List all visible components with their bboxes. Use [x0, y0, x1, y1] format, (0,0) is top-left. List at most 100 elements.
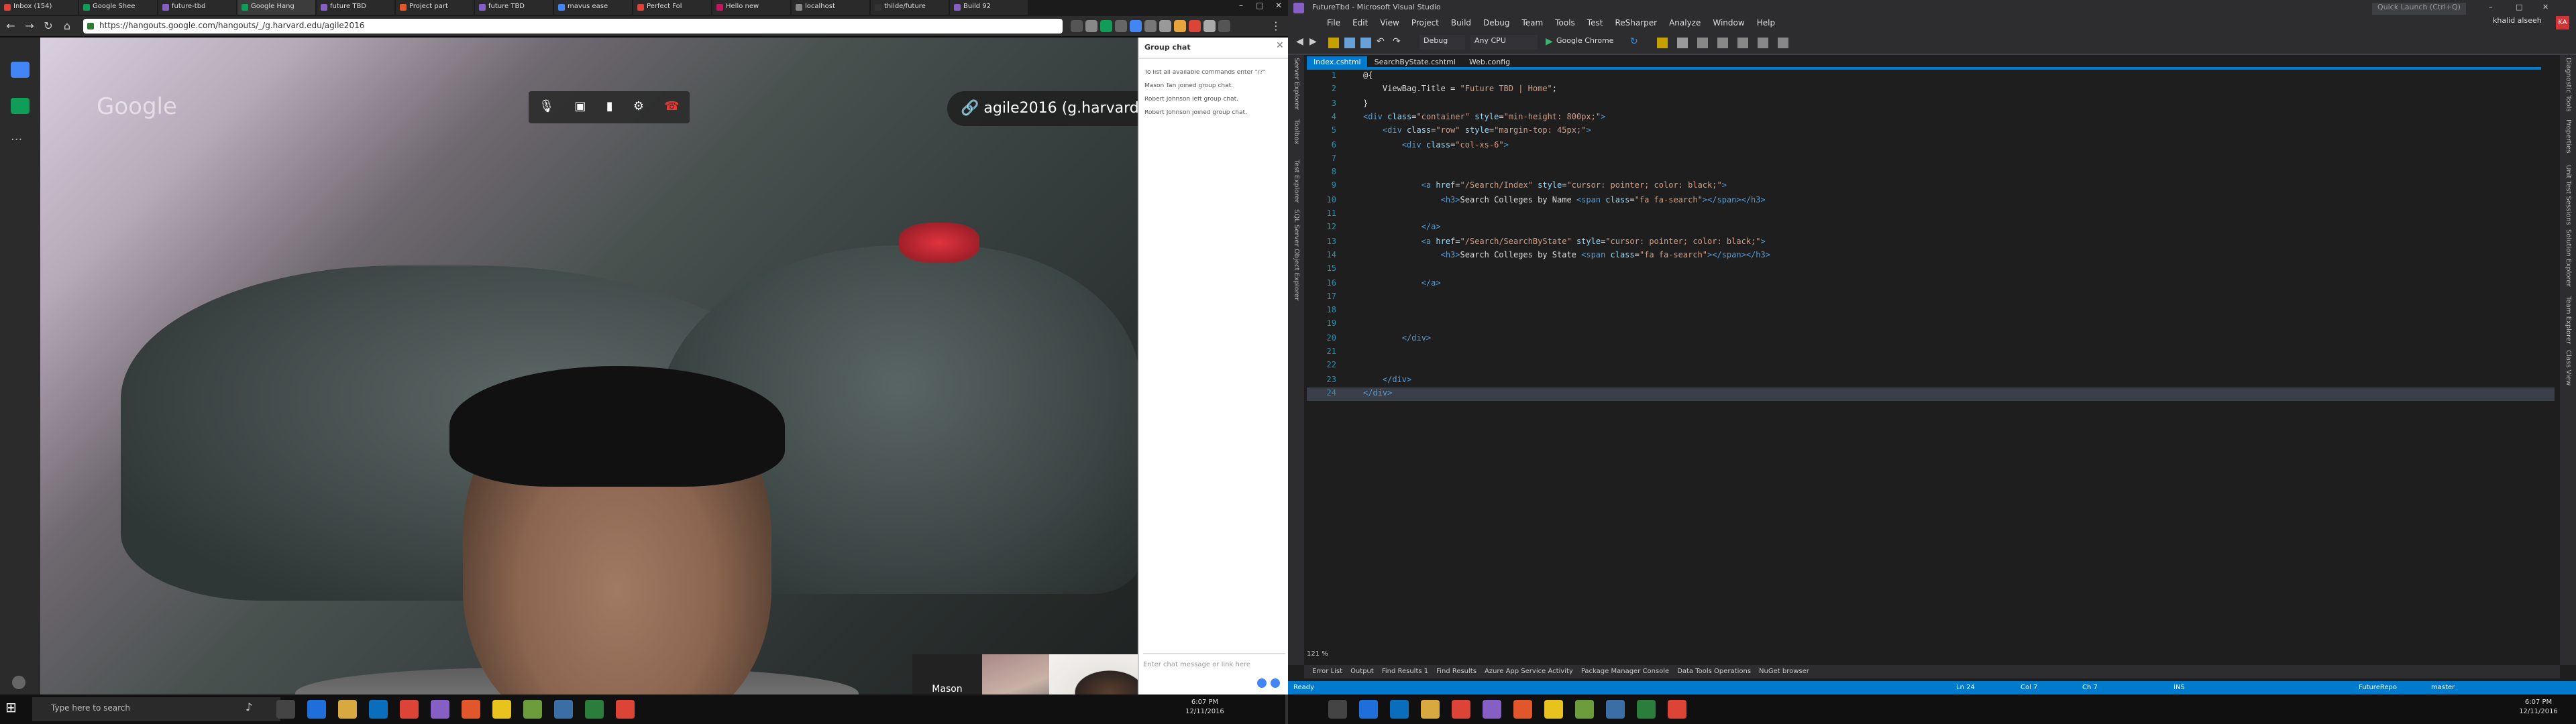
help-icon[interactable]	[12, 676, 25, 689]
vs-taskbar-icon[interactable]	[1483, 700, 1501, 719]
menu-item[interactable]: Test	[1587, 16, 1603, 31]
class-view-tab[interactable]: Class View	[2564, 350, 2572, 385]
close-chat-icon[interactable]: ✕	[1276, 40, 1284, 51]
code-line[interactable]: 20 </div>	[1307, 332, 2555, 346]
menu-item[interactable]: Project	[1411, 16, 1439, 31]
app-icon[interactable]	[1606, 700, 1625, 719]
menu-item[interactable]: Edit	[1352, 16, 1368, 31]
explorer-icon[interactable]	[338, 700, 357, 719]
code-editor[interactable]: 1 @{2 ViewBag.Title = "Future TBD | Home"…	[1307, 70, 2557, 649]
tool-tab[interactable]: Azure App Service Activity	[1485, 665, 1573, 678]
tool-icon[interactable]	[1697, 38, 1708, 48]
minimize-icon[interactable]: –	[2489, 0, 2493, 16]
open-icon[interactable]	[1328, 38, 1339, 48]
properties-tab[interactable]: Properties	[2564, 119, 2572, 154]
tab-web-config[interactable]: Web.config	[1462, 56, 1517, 67]
browser-tab[interactable]: Project part	[396, 0, 474, 15]
tool-icon[interactable]	[1677, 38, 1688, 48]
tool-tab[interactable]: Find Results 1	[1382, 665, 1428, 678]
vs-taskbar-icon[interactable]	[431, 700, 449, 719]
code-line[interactable]: 4 <div class="container" style="min-heigh…	[1307, 111, 2555, 125]
redo-icon[interactable]: ↷	[1393, 36, 1401, 47]
hang-up-icon[interactable]: ☎	[664, 101, 679, 114]
task-view-icon[interactable]	[276, 700, 295, 719]
tool-icon[interactable]	[1717, 38, 1728, 48]
tool-icon[interactable]	[1758, 38, 1768, 48]
save-all-icon[interactable]	[1360, 38, 1371, 48]
back-icon[interactable]: ←	[4, 20, 17, 34]
edge-icon[interactable]	[307, 700, 326, 719]
code-line[interactable]: 7	[1307, 153, 2555, 167]
minimize-icon[interactable]: –	[1232, 0, 1250, 13]
windows-start-icon[interactable]: ⊞	[5, 701, 21, 717]
code-line[interactable]: 3}	[1307, 97, 2555, 111]
ext-icon[interactable]	[1189, 20, 1201, 32]
code-line[interactable]: 18	[1307, 304, 2555, 318]
close-icon[interactable]: ✕	[1269, 0, 1288, 13]
chrome-menu-icon[interactable]: ⋮	[1269, 20, 1283, 34]
refresh-icon[interactable]: ↻	[1630, 36, 1638, 47]
chrome-icon[interactable]	[1452, 700, 1470, 719]
quick-launch[interactable]: Quick Launch (Ctrl+Q)	[2372, 2, 2466, 14]
hangouts-ext-icon[interactable]	[1100, 20, 1112, 32]
browser-tab[interactable]: Google Hang	[237, 0, 315, 15]
tool-tab[interactable]: Package Manager Console	[1581, 665, 1669, 678]
zoom-level[interactable]: 121 %	[1307, 650, 1328, 658]
tab-index-cshtml[interactable]: Index.cshtml	[1307, 56, 1368, 67]
excel-icon[interactable]	[585, 700, 604, 719]
server-explorer-tab[interactable]: Server Explorer	[1292, 58, 1300, 110]
image-icon[interactable]	[1271, 678, 1280, 688]
ext-icon[interactable]	[1159, 20, 1171, 32]
tool-icon[interactable]	[1657, 38, 1668, 48]
home-icon[interactable]: ⌂	[60, 20, 74, 34]
code-line[interactable]: 22	[1307, 360, 2555, 374]
code-line[interactable]: 15	[1307, 263, 2555, 277]
cast-icon[interactable]	[1071, 20, 1083, 32]
browser-tab[interactable]: future TBD	[475, 0, 553, 15]
app-icon[interactable]	[1544, 700, 1563, 719]
code-line[interactable]: 11	[1307, 208, 2555, 222]
tab-searchbystate[interactable]: SearchByState.cshtml	[1368, 56, 1462, 67]
code-line[interactable]: 24 </div>	[1307, 387, 2555, 402]
clock-left[interactable]: 6:07 PM 12/11/2016	[1178, 699, 1232, 717]
browser-tab[interactable]: Build 92	[950, 0, 1028, 15]
code-line[interactable]: 23 </div>	[1307, 373, 2555, 387]
code-line[interactable]: 19	[1307, 318, 2555, 333]
chrome-icon[interactable]	[1668, 700, 1686, 719]
chrome-icon[interactable]	[616, 700, 635, 719]
code-line[interactable]: 9 <a href="/Search/Index" style="cursor:…	[1307, 180, 2555, 194]
status-repo[interactable]: FutureRepo	[2359, 681, 2397, 695]
chrome-icon[interactable]	[400, 700, 419, 719]
menu-item[interactable]: Build	[1451, 16, 1471, 31]
taskbar-search[interactable]: Type here to search	[32, 697, 280, 721]
code-line[interactable]: 5 <div class="row" style="margin-top: 45…	[1307, 125, 2555, 139]
ext-icon[interactable]	[1218, 20, 1230, 32]
reload-icon[interactable]: ↻	[42, 20, 55, 34]
tool-tab[interactable]: Data Tools Operations	[1677, 665, 1751, 678]
ext-icon[interactable]	[1144, 20, 1157, 32]
browser-tab[interactable]: Google Shee	[79, 0, 157, 15]
back-icon[interactable]: ◀	[1296, 36, 1303, 47]
emoji-icon[interactable]	[1257, 678, 1267, 688]
task-view-icon[interactable]	[1328, 700, 1347, 719]
browser-tab[interactable]: Inbox (154)	[0, 0, 78, 15]
clock-right[interactable]: 6:07 PM 12/11/2016	[2512, 699, 2565, 717]
code-line[interactable]: 6 <div class="col-xs-6">	[1307, 139, 2555, 153]
tool-icon[interactable]	[1737, 38, 1748, 48]
menu-item[interactable]: Analyze	[1669, 16, 1701, 31]
code-line[interactable]: 17	[1307, 291, 2555, 305]
code-line[interactable]: 2 ViewBag.Title = "Future TBD | Home";	[1307, 84, 2555, 98]
app-icon[interactable]	[462, 700, 480, 719]
more-icon[interactable]: ···	[11, 134, 22, 147]
camera-off-icon[interactable]: ▣	[574, 101, 586, 114]
menu-item[interactable]: Window	[1713, 16, 1744, 31]
menu-item[interactable]: Team	[1522, 16, 1544, 31]
status-branch[interactable]: master	[2431, 681, 2455, 695]
app-icon[interactable]	[1575, 700, 1594, 719]
run-target[interactable]: Google Chrome	[1556, 35, 1613, 50]
maximize-icon[interactable]: □	[2516, 0, 2522, 16]
edge-icon[interactable]	[1359, 700, 1378, 719]
video-call-icon[interactable]	[11, 98, 30, 114]
address-bar[interactable]: https://hangouts.google.com/hangouts/_/g…	[83, 19, 1063, 34]
browser-tab[interactable]: Hello new	[712, 0, 790, 15]
